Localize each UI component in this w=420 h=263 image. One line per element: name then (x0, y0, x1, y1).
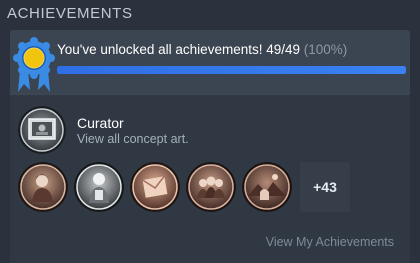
view-my-achievements-link[interactable]: View My Achievements (266, 235, 394, 249)
more-achievements-button[interactable]: +43 (300, 162, 350, 212)
progress-fill (57, 66, 406, 74)
achievement-progress-bar (57, 66, 406, 74)
group-figures-icon[interactable] (186, 162, 236, 212)
divider (10, 94, 410, 95)
portrait-figure-icon[interactable] (74, 162, 124, 212)
portrait-lady-icon[interactable] (18, 162, 68, 212)
featured-achievement-name: Curator (77, 115, 124, 131)
envelope-card-icon[interactable] (130, 162, 180, 212)
section-title: ACHIEVEMENTS (7, 5, 133, 22)
framed-painting-icon[interactable] (18, 106, 66, 154)
achievement-summary: You've unlocked all achievements! 49/49 … (10, 30, 410, 94)
featured-achievement[interactable]: Curator View all concept art. (18, 106, 398, 156)
unlocked-summary-text: You've unlocked all achievements! 49/49 … (57, 42, 347, 57)
achievements-panel: You've unlocked all achievements! 49/49 … (10, 30, 410, 263)
unlocked-count: You've unlocked all achievements! 49/49 (57, 42, 300, 57)
featured-achievement-description: View all concept art. (77, 132, 189, 146)
landscape-scene-icon[interactable] (242, 162, 292, 212)
achievements-widget: ACHIEVEMENTS You've unlocked all achieve… (0, 0, 420, 263)
unlocked-percent: (100%) (303, 42, 348, 57)
achievement-icon-row: +43 (18, 162, 398, 214)
award-ribbon-icon (13, 37, 55, 92)
